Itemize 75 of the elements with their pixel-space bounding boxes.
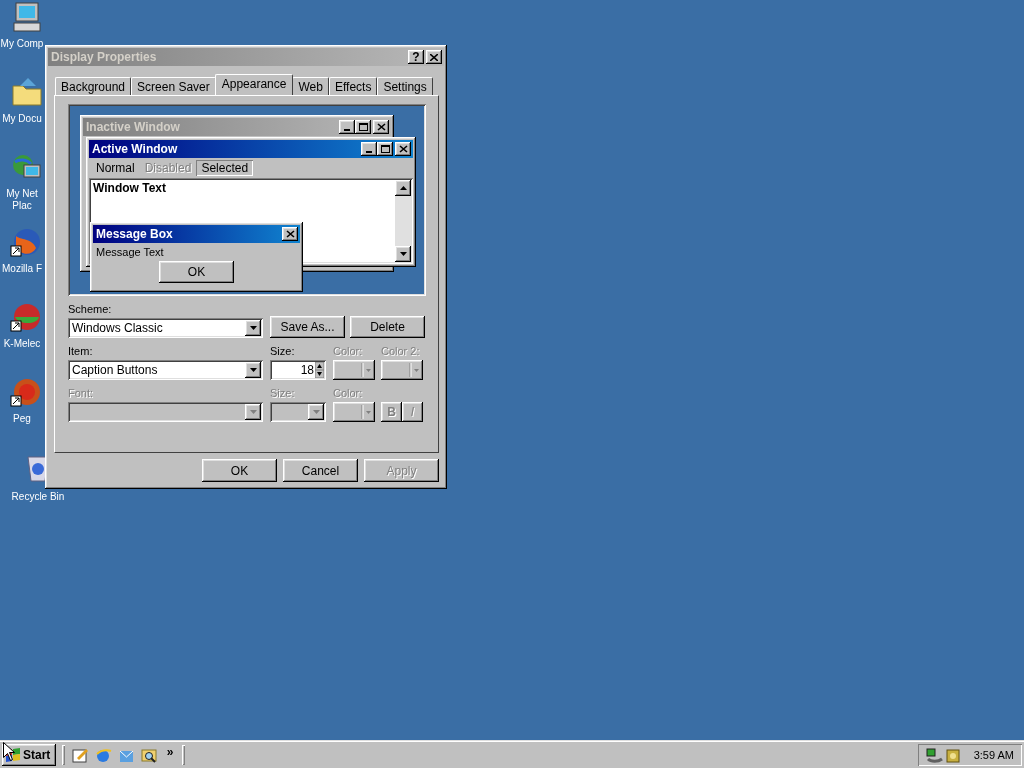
button[interactable]: Cancel xyxy=(283,459,358,482)
search-icon[interactable] xyxy=(141,746,158,764)
scroll-up-button[interactable] xyxy=(395,180,411,196)
button[interactable]: OK xyxy=(202,459,277,482)
field-label: Color: xyxy=(333,344,364,359)
dropdown-value: Windows Classic xyxy=(71,321,164,335)
close-icon xyxy=(430,53,438,61)
ok-button[interactable]: OK xyxy=(159,261,234,283)
down-arrow-icon xyxy=(249,326,257,330)
network-tray-icon[interactable] xyxy=(926,747,943,763)
window-title: Display Properties xyxy=(51,50,157,64)
desktop-icon[interactable] xyxy=(72,746,89,764)
message-text: Message Text xyxy=(95,245,165,260)
icon-label[interactable]: Mozilla F xyxy=(2,263,42,275)
dropdown-arrow-icon xyxy=(361,405,373,419)
dropdown-arrow-icon xyxy=(409,363,421,377)
tab[interactable]: Appearance xyxy=(214,74,294,95)
down-arrow-icon xyxy=(249,410,257,414)
maximize-icon xyxy=(358,123,368,131)
field-label: Scheme: xyxy=(68,302,113,317)
close-icon xyxy=(376,123,386,131)
scroll-down-button[interactable] xyxy=(395,246,411,262)
clock: 3:59 AM xyxy=(972,749,1015,761)
more-button[interactable]: » xyxy=(164,745,176,759)
window-title: Inactive Window xyxy=(86,120,180,134)
dropdown-arrow-icon xyxy=(361,363,373,377)
close-button[interactable] xyxy=(282,227,298,241)
up-arrow-icon xyxy=(399,186,407,190)
mouse-cursor-icon xyxy=(3,742,15,761)
folder-icon[interactable] xyxy=(10,76,44,108)
icon-label[interactable]: Recycle Bin xyxy=(11,491,65,503)
close-button[interactable] xyxy=(395,142,411,156)
spin-down-icon[interactable] xyxy=(315,370,324,378)
spin-box[interactable]: 18 xyxy=(270,360,326,380)
spin-value: 18 xyxy=(299,363,315,377)
dropdown-button[interactable] xyxy=(245,320,261,336)
button[interactable]: Save As... xyxy=(270,316,345,338)
icon-label[interactable]: My Comp xyxy=(0,38,44,50)
minimize-button[interactable] xyxy=(361,142,377,156)
field-label: Item: xyxy=(68,344,94,359)
tab[interactable]: Screen Saver xyxy=(131,77,216,95)
dropdown[interactable]: Windows Classic xyxy=(68,318,263,338)
tab[interactable]: Background xyxy=(55,77,132,95)
start-button[interactable]: Start xyxy=(2,744,56,766)
field-label: Size: xyxy=(270,344,296,359)
tab[interactable]: Web xyxy=(292,77,329,95)
tab[interactable]: Settings xyxy=(377,77,433,95)
tray-app-icon[interactable] xyxy=(945,747,962,763)
computer-icon[interactable] xyxy=(10,1,44,33)
icon-label[interactable]: Peg xyxy=(13,413,31,425)
scrollbar[interactable] xyxy=(395,180,411,262)
window-title: Active Window xyxy=(92,142,178,156)
field-label: Font: xyxy=(68,386,95,401)
button[interactable]: Delete xyxy=(350,316,425,338)
down-arrow-icon xyxy=(312,410,320,414)
field-label: Size: xyxy=(270,386,296,401)
icon-label[interactable]: My Net Plac xyxy=(0,188,44,212)
menu-item[interactable]: Normal xyxy=(91,160,140,176)
window-title: Message Box xyxy=(96,227,173,241)
close-icon xyxy=(285,230,295,238)
maximize-icon xyxy=(380,145,390,153)
down-arrow-icon xyxy=(399,252,407,256)
icon-label[interactable]: My Docu xyxy=(2,113,42,125)
tab[interactable]: Effects xyxy=(328,77,378,95)
dropdown-value: Caption Buttons xyxy=(71,363,159,377)
icon-label[interactable]: K-Melec xyxy=(3,338,41,350)
dropdown-button[interactable] xyxy=(245,362,261,378)
field-label: Color 2: xyxy=(381,344,421,359)
field-label: Color: xyxy=(333,386,364,401)
dropdown[interactable]: Caption Buttons xyxy=(68,360,263,380)
close-icon xyxy=(398,145,408,153)
menu-item[interactable]: Selected xyxy=(196,160,254,176)
down-arrow-icon xyxy=(249,368,257,372)
window-text: Window Text xyxy=(93,181,166,195)
maximize-button[interactable] xyxy=(377,142,393,156)
